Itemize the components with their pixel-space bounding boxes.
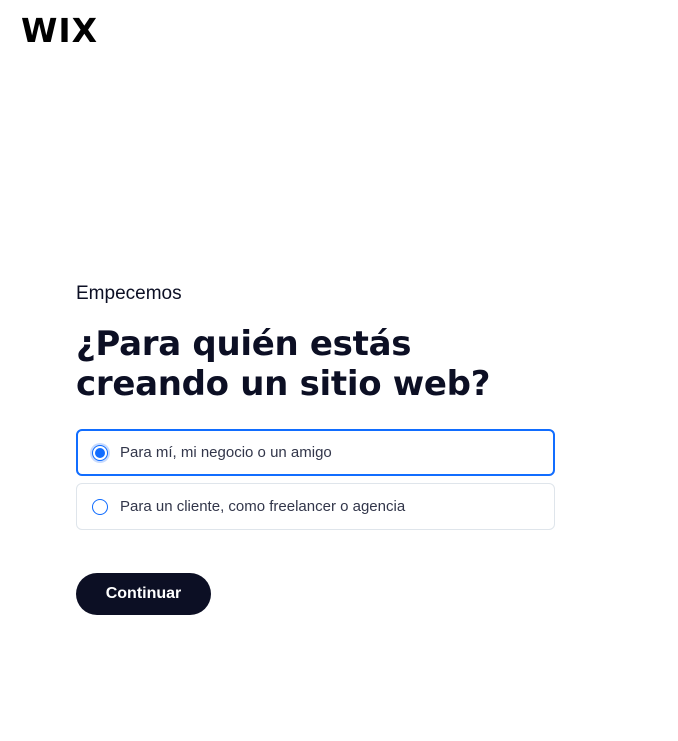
option-personal[interactable]: Para mí, mi negocio o un amigo <box>76 429 555 476</box>
continue-button[interactable]: Continuar <box>76 573 211 615</box>
option-label: Para mí, mi negocio o un amigo <box>120 443 332 461</box>
eyebrow-text: Empecemos <box>76 283 182 304</box>
radio-dot <box>95 447 105 458</box>
main-content: Empecemos ¿Para quién estás creando un s… <box>76 282 556 615</box>
radio-unselected-icon[interactable] <box>92 498 108 515</box>
page-title: ¿Para quién estás creando un sitio web? <box>76 324 491 404</box>
page: WIX Empecemos ¿Para quién estás creando … <box>0 0 678 741</box>
radio-selected-icon[interactable] <box>92 444 108 461</box>
option-label: Para un cliente, como freelancer o agenc… <box>120 497 406 515</box>
wix-logo[interactable]: WIX <box>21 12 98 50</box>
option-client[interactable]: Para un cliente, como freelancer o agenc… <box>76 483 555 530</box>
option-list: Para mí, mi negocio o un amigo Para un c… <box>76 429 556 530</box>
